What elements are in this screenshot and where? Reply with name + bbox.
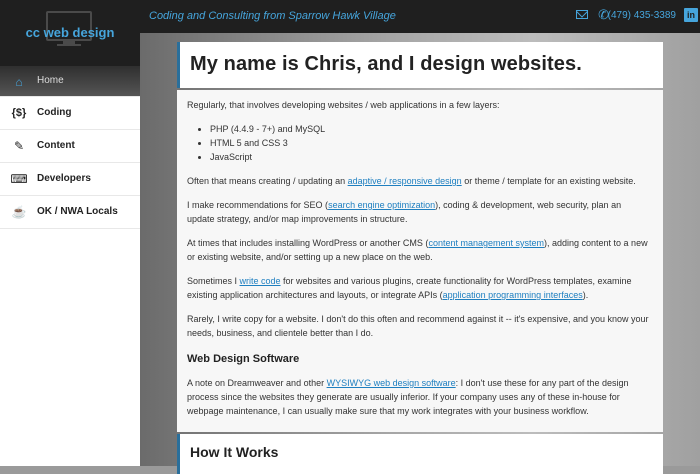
text-span: A note on Dreamweaver and other xyxy=(187,378,327,388)
seo-paragraph: I make recommendations for SEO (search e… xyxy=(187,198,651,226)
text-span: Sometimes I xyxy=(187,276,240,286)
cms-link[interactable]: content management system xyxy=(428,238,544,248)
layers-list: PHP (4.4.9 - 7+) and MySQL HTML 5 and CS… xyxy=(187,122,651,164)
edit-icon: ✎ xyxy=(13,139,25,153)
text-span: I make recommendations for SEO ( xyxy=(187,200,329,210)
wysiwyg-paragraph: A note on Dreamweaver and other WYSIWYG … xyxy=(187,376,651,418)
body-panel: Regularly, that involves developing webs… xyxy=(177,90,663,432)
list-item: JavaScript xyxy=(210,150,651,164)
monitor-base xyxy=(57,44,81,46)
sidebar-item-label: Developers xyxy=(37,173,91,184)
how-it-works-heading: How It Works xyxy=(190,444,279,460)
text-span: or theme / template for an existing webs… xyxy=(461,176,636,186)
sidebar-item-developers[interactable]: ⌨ Developers xyxy=(0,163,140,196)
seo-link[interactable]: search engine optimization xyxy=(328,200,435,210)
copy-paragraph: Rarely, I write copy for a website. I do… xyxy=(187,314,649,338)
site-logo[interactable]: cc web design xyxy=(0,0,140,66)
responsive-paragraph: Often that means creating / updating an … xyxy=(187,174,651,188)
text-span: ). xyxy=(582,290,589,300)
sidebar-item-home[interactable]: ⌂ Home xyxy=(0,66,140,97)
body-content: Regularly, that involves developing webs… xyxy=(187,98,651,428)
title-panel: My name is Chris, and I design websites. xyxy=(177,42,663,88)
sidebar-item-label: Coding xyxy=(37,107,72,118)
sidebar-item-locals[interactable]: ☕ OK / NWA Locals xyxy=(0,196,140,229)
text-span: Often that means creating / updating an xyxy=(187,176,348,186)
write-code-link[interactable]: write code xyxy=(240,276,281,286)
api-link[interactable]: application programming interfaces xyxy=(443,290,583,300)
sidebar-item-coding[interactable]: {$} Coding xyxy=(0,97,140,130)
sidebar-item-label: Content xyxy=(37,140,75,151)
code-paragraph: Sometimes I write code for websites and … xyxy=(187,274,651,302)
logo-text: cc web design xyxy=(25,25,115,40)
coffee-cup-icon: ☕ xyxy=(11,205,27,219)
wysiwyg-link[interactable]: WYSIWYG web design software xyxy=(327,378,456,388)
text-span: At times that includes installing WordPr… xyxy=(187,238,429,248)
code-braces-icon: {$} xyxy=(11,107,27,119)
sidebar-item-label: Home xyxy=(37,75,64,86)
sidebar-item-content[interactable]: ✎ Content xyxy=(0,130,140,163)
mail-icon[interactable] xyxy=(576,10,588,19)
main-content: My name is Chris, and I design websites.… xyxy=(177,42,663,474)
how-it-works-panel: How It Works xyxy=(177,434,663,474)
phone-number[interactable]: (479) 435-3389 xyxy=(608,10,676,21)
intro-paragraph: Regularly, that involves developing webs… xyxy=(187,100,500,110)
responsive-design-link[interactable]: adaptive / responsive design xyxy=(348,176,462,186)
list-item: PHP (4.4.9 - 7+) and MySQL xyxy=(210,122,651,136)
list-item: HTML 5 and CSS 3 xyxy=(210,136,651,150)
home-icon: ⌂ xyxy=(15,75,23,89)
page-title: My name is Chris, and I design websites. xyxy=(190,53,582,75)
linkedin-icon[interactable]: in xyxy=(684,8,698,22)
keyboard-icon: ⌨ xyxy=(10,172,28,186)
sidebar-item-label: OK / NWA Locals xyxy=(37,206,118,217)
software-heading: Web Design Software xyxy=(187,353,300,365)
sidebar-nav: ⌂ Home {$} Coding ✎ Content ⌨ Developers… xyxy=(0,66,140,466)
cms-paragraph: At times that includes installing WordPr… xyxy=(187,236,651,264)
tagline: Coding and Consulting from Sparrow Hawk … xyxy=(149,10,396,22)
